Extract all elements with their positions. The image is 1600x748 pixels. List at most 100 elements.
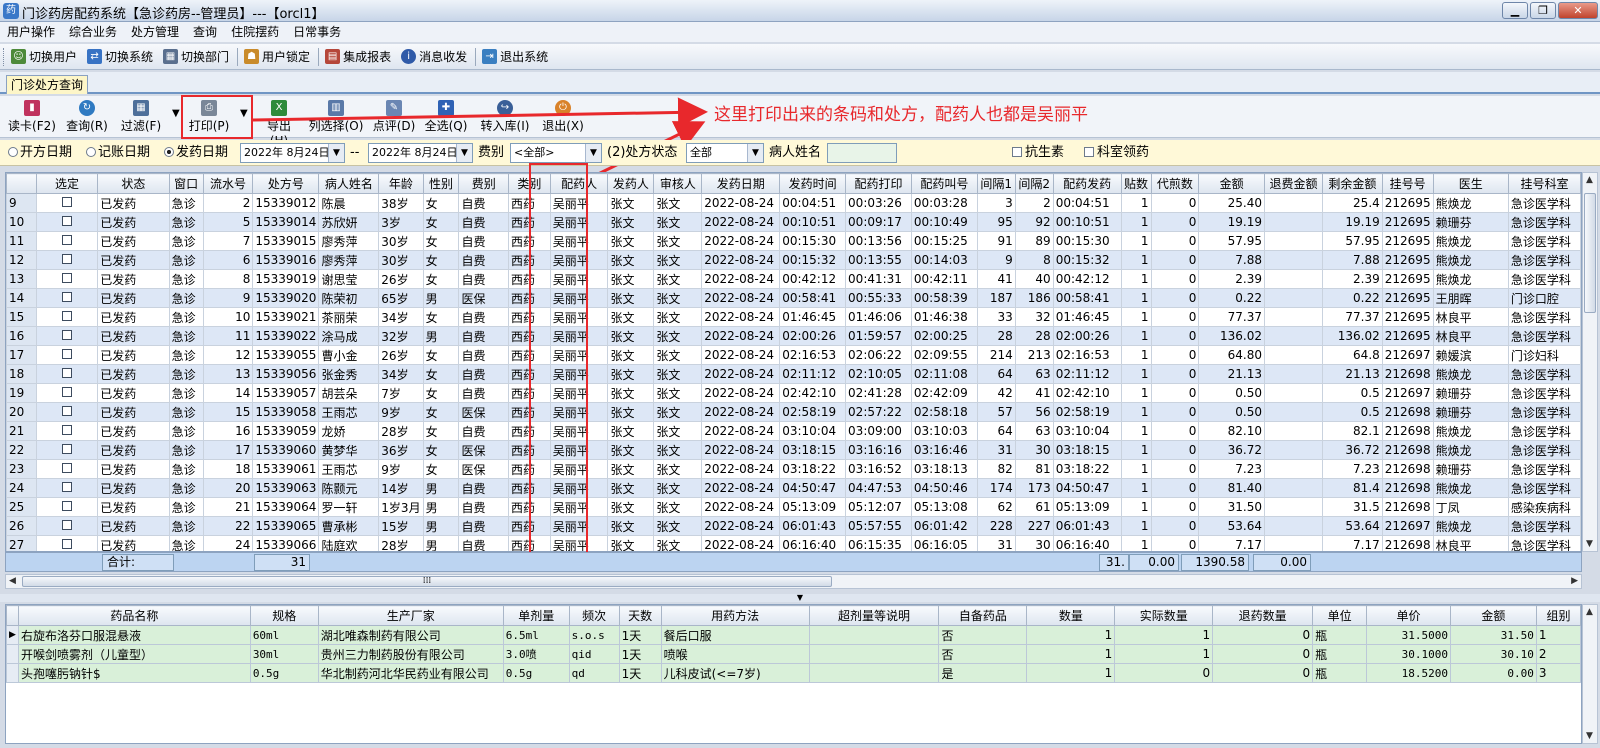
table-row[interactable]: 15 已发药 急诊 10 15339021 茶丽荣 34岁女自费 西药 吴丽平 张文 张文 2022-… <box>6 307 1581 327</box>
column-header[interactable]: 配药发药 <box>1052 173 1122 194</box>
table-row[interactable]: 22 已发药 急诊 17 15339060 黄梦华 36岁女医保 西药 吴丽平 张文 张文 2022-… <box>6 440 1581 460</box>
row-select-checkbox[interactable] <box>62 197 72 207</box>
radio-dispense-date[interactable]: 发药日期 <box>164 144 228 161</box>
drug-column-header[interactable]: 频次 <box>568 605 620 626</box>
scroll-right-icon[interactable]: ▶ <box>1571 576 1578 586</box>
table-row[interactable]: 27 已发药 急诊 24 15339066 陆庭欢 28岁男自费 西药 吴丽平 张文 张文 2022-… <box>6 535 1581 551</box>
drug-column-header[interactable]: 单剂量 <box>502 605 570 626</box>
drug-vertical-scrollbar[interactable]: ▲ ▼ <box>1582 604 1598 744</box>
table-row[interactable]: 14 已发药 急诊 9 15339020 陈荣初 65岁男医保 西药 吴丽平 张文 张文 2022-0… <box>6 288 1581 308</box>
row-select-checkbox[interactable] <box>62 425 72 435</box>
drug-column-header[interactable]: 规格 <box>249 605 319 626</box>
column-header[interactable]: 挂号号 <box>1381 173 1434 194</box>
select-cell[interactable] <box>35 497 99 517</box>
drug-column-header[interactable]: 药品名称 <box>17 605 251 626</box>
column-header[interactable]: 年龄 <box>378 173 424 194</box>
drug-column-header[interactable]: 用药方法 <box>660 605 810 626</box>
row-select-checkbox[interactable] <box>62 330 72 340</box>
row-select-checkbox[interactable] <box>62 254 72 264</box>
table-row[interactable]: 26 已发药 急诊 22 15339065 曹承彬 15岁男自费 西药 吴丽平 张文 张文 2022-… <box>6 516 1581 536</box>
column-header[interactable]: 配药打印 <box>845 173 912 194</box>
column-header[interactable]: 医生 <box>1432 173 1509 194</box>
row-select-checkbox[interactable] <box>62 406 72 416</box>
select-cell[interactable] <box>35 326 99 346</box>
select-cell[interactable] <box>35 250 99 270</box>
fee-type-select[interactable]: <全部> ▼ <box>510 143 602 163</box>
select-cell[interactable] <box>35 402 99 422</box>
column-header[interactable]: 病人姓名 <box>318 173 380 194</box>
row-select-checkbox[interactable] <box>62 444 72 454</box>
select-cell[interactable] <box>35 364 99 384</box>
row-select-checkbox[interactable] <box>62 539 72 549</box>
chevron-down-icon[interactable]: ▼ <box>585 144 601 162</box>
date-from-picker[interactable]: 2022年 8月24日 ▼ <box>240 143 345 163</box>
row-select-checkbox[interactable] <box>62 235 72 245</box>
select-cell[interactable] <box>35 421 99 441</box>
column-header[interactable]: 发药人 <box>607 173 655 194</box>
drug-column-header[interactable]: 超剂量等说明 <box>808 605 940 626</box>
date-to-picker[interactable]: 2022年 8月24日 ▼ <box>368 143 473 163</box>
column-header[interactable] <box>6 173 37 194</box>
radio-billing-date[interactable]: 记账日期 <box>86 144 150 161</box>
column-header[interactable]: 退费金额 <box>1264 173 1323 194</box>
column-header[interactable]: 窗口 <box>168 173 204 194</box>
table-row[interactable]: 18 已发药 急诊 13 15339056 张金秀 34岁女自费 西药 吴丽平 张文 张文 2022-… <box>6 364 1581 384</box>
column-header[interactable]: 审核人 <box>653 173 703 194</box>
calendar-dropdown-icon[interactable]: ▼ <box>456 144 472 162</box>
radio-prescribe-date[interactable]: 开方日期 <box>8 144 72 161</box>
column-header[interactable]: 代煎数 <box>1150 173 1200 194</box>
select-cell[interactable] <box>35 212 99 232</box>
table-row[interactable]: 9 已发药 急诊 2 15339012 陈晨 38岁女自费 西药 吴丽平 张文 张文 2022-08-… <box>6 193 1581 213</box>
select-cell[interactable] <box>35 288 99 308</box>
drug-column-header[interactable]: 数量 <box>1026 605 1116 626</box>
scroll-up-icon[interactable]: ▲ <box>1586 607 1593 617</box>
scroll-down-icon[interactable]: ▼ <box>1586 539 1593 549</box>
drug-column-header[interactable]: 退药数量 <box>1212 605 1314 626</box>
dept-claim-checkbox[interactable]: 科室领药 <box>1084 144 1149 161</box>
column-header[interactable]: 发药时间 <box>779 173 847 194</box>
drug-row[interactable]: 头孢噻肟钠针$ 0.5g 华北制药河北华民药业有限公司 0.5g qd 1天 儿科皮试(<=… <box>6 663 1581 683</box>
table-row[interactable]: 13 已发药 急诊 8 15339019 谢思莹 26岁女自费 西药 吴丽平 张文 张文 2022-0… <box>6 269 1581 289</box>
status-select[interactable]: 全部 ▼ <box>686 143 764 163</box>
column-header[interactable]: 发药日期 <box>701 173 781 194</box>
drug-column-header[interactable]: 金额 <box>1449 605 1537 626</box>
table-row[interactable]: 12 已发药 急诊 6 15339016 廖秀萍 30岁女自费 西药 吴丽平 张文 张文 2022-0… <box>6 250 1581 270</box>
table-row[interactable]: 11 已发药 急诊 7 15339015 廖秀萍 30岁女自费 西药 吴丽平 张文 张文 2022-0… <box>6 231 1581 251</box>
antibiotic-checkbox[interactable]: 抗生素 <box>1012 144 1064 161</box>
column-header[interactable]: 金额 <box>1198 173 1265 194</box>
column-header[interactable]: 状态 <box>97 173 170 194</box>
select-cell[interactable] <box>35 535 99 551</box>
drug-column-header[interactable] <box>6 605 19 626</box>
grid-vertical-scrollbar[interactable]: ▲ ▼ <box>1582 172 1598 552</box>
row-select-checkbox[interactable] <box>62 311 72 321</box>
select-cell[interactable] <box>35 231 99 251</box>
drug-column-header[interactable]: 单位 <box>1312 605 1368 626</box>
select-cell[interactable] <box>35 193 99 213</box>
column-header[interactable]: 挂号科室 <box>1507 173 1581 194</box>
drug-column-header[interactable]: 生产厂家 <box>317 605 504 626</box>
grid-horizontal-scrollbar[interactable]: ◀ ⁞⁞⁞ ▶ <box>5 574 1582 589</box>
table-row[interactable]: 20 已发药 急诊 15 15339058 王雨芯 9岁女医保 西药 吴丽平 张文 张文 2022-0… <box>6 402 1581 422</box>
pane-splitter[interactable]: ▼ <box>0 594 1600 602</box>
calendar-dropdown-icon[interactable]: ▼ <box>328 144 344 162</box>
table-row[interactable]: 24 已发药 急诊 20 15339063 陈颢元 14岁男自费 西药 吴丽平 张文 张文 2022-… <box>6 478 1581 498</box>
column-header[interactable]: 流水号 <box>202 173 254 194</box>
row-select-checkbox[interactable] <box>62 463 72 473</box>
column-header[interactable]: 贴数 <box>1120 173 1152 194</box>
table-row[interactable]: 19 已发药 急诊 14 15339057 胡芸朵 7岁女自费 西药 吴丽平 张文 张文 2022-0… <box>6 383 1581 403</box>
drug-column-header[interactable]: 自备药品 <box>938 605 1028 626</box>
scroll-up-icon[interactable]: ▲ <box>1586 175 1593 185</box>
column-header[interactable]: 处方号 <box>252 173 320 194</box>
select-cell[interactable] <box>35 459 99 479</box>
drug-row[interactable]: ▶ 右旋布洛芬口服混悬液 60ml 湖北唯森制药有限公司 6.5ml s.o.s 1天 餐后口… <box>6 625 1581 645</box>
select-cell[interactable] <box>35 440 99 460</box>
table-row[interactable]: 21 已发药 急诊 16 15339059 龙娇 28岁女自费 西药 吴丽平 张文 张文 2022-0… <box>6 421 1581 441</box>
column-header[interactable]: 间隔1 <box>976 173 1016 194</box>
drug-row[interactable]: 开喉剑喷雾剂（儿童型） 30ml 贵州三力制药股份有限公司 3.0喷 qid 1天 喷喉否 1… <box>6 644 1581 664</box>
drug-column-header[interactable]: 组别 <box>1535 605 1581 626</box>
table-row[interactable]: 17 已发药 急诊 12 15339055 曹小金 26岁女自费 西药 吴丽平 张文 张文 2022-… <box>6 345 1581 365</box>
select-cell[interactable] <box>35 269 99 289</box>
column-header[interactable]: 选定 <box>35 173 99 194</box>
select-cell[interactable] <box>35 478 99 498</box>
row-select-checkbox[interactable] <box>62 482 72 492</box>
